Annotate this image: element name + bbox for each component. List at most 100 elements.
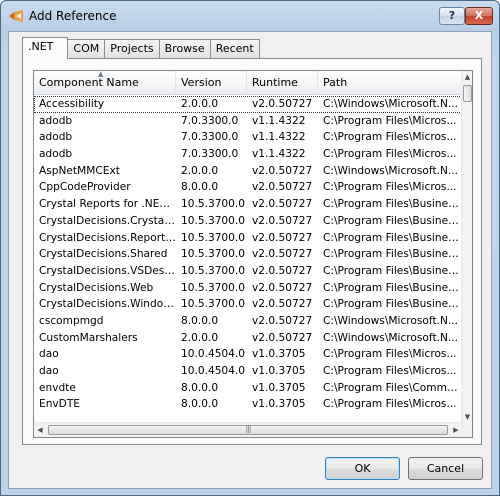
component-name-cell: CrystalDecisions.CrystalRe... bbox=[39, 214, 176, 227]
list-item[interactable]: adodb 7.0.3300.0 v1.1.4322 C:\Program Files… bbox=[34, 146, 462, 163]
tab-browse[interactable]: Browse bbox=[158, 39, 211, 58]
window-title: Add Reference bbox=[29, 9, 117, 23]
list-item[interactable]: AspNetMMCExt 2.0.0.0 v2.0.50727 C:\Windows\… bbox=[34, 163, 462, 180]
component-name-cell: AspNetMMCExt bbox=[39, 164, 120, 177]
horizontal-scrollbar[interactable]: ◀ ||| ▶ bbox=[34, 422, 462, 437]
ok-button[interactable]: OK bbox=[325, 457, 400, 480]
version-cell: 10.5.3700.0 bbox=[181, 248, 246, 261]
column-header-path[interactable]: Path bbox=[318, 71, 462, 95]
component-name-cell: CrystalDecisions.VSDesigner bbox=[39, 264, 176, 277]
runtime-cell: v2.0.50727 bbox=[252, 281, 313, 294]
tab-recent[interactable]: Recent bbox=[209, 39, 260, 58]
list-header: ▲ Component Name Version Runtime Path bbox=[34, 71, 462, 95]
version-cell: 7.0.3300.0 bbox=[181, 131, 239, 144]
runtime-cell: v2.0.50727 bbox=[252, 164, 313, 177]
runtime-cell: v2.0.50727 bbox=[252, 214, 313, 227]
list-item[interactable]: adodb 7.0.3300.0 v1.1.4322 C:\Program Files… bbox=[34, 113, 462, 130]
component-name-cell: dao bbox=[39, 365, 59, 377]
runtime-cell: v2.0.50727 bbox=[252, 314, 313, 327]
version-cell: 8.0.0.0 bbox=[181, 314, 219, 327]
path-cell: C:\Program Files\Micros... bbox=[323, 365, 457, 377]
component-name-cell: CrystalDecisions.Web bbox=[39, 281, 154, 294]
component-name-cell: CrystalDecisions.ReportSo... bbox=[39, 231, 176, 244]
runtime-cell: v2.0.50727 bbox=[252, 181, 313, 194]
title-bar[interactable]: Add Reference ? X bbox=[1, 1, 499, 31]
list-item[interactable]: CrystalDecisions.Shared 10.5.3700.0 v2.0.5… bbox=[34, 246, 462, 263]
column-header-runtime[interactable]: Runtime bbox=[247, 71, 318, 95]
up-arrow-icon[interactable]: ▲ bbox=[462, 71, 472, 83]
add-reference-dialog: Add Reference ? X .NET COM Projects Brow… bbox=[0, 0, 500, 496]
component-name-cell: adodb bbox=[39, 114, 73, 127]
path-cell: C:\Windows\Microsoft.N... bbox=[323, 98, 458, 110]
path-cell: C:\Program Files\Busines... bbox=[323, 248, 462, 261]
runtime-cell: v1.0.3705 bbox=[252, 398, 306, 411]
path-cell: C:\Program Files\Micros... bbox=[323, 131, 457, 144]
component-name-cell: Accessibility bbox=[39, 98, 105, 110]
list-item[interactable]: dao 10.0.4504.0 v1.0.3705 C:\Program Files\… bbox=[34, 363, 462, 380]
vertical-scroll-thumb[interactable] bbox=[463, 85, 472, 102]
path-cell: C:\Program Files\Micros... bbox=[323, 181, 457, 194]
path-cell: C:\Program Files\Commo... bbox=[323, 381, 462, 394]
list-item[interactable]: EnvDTE 8.0.0.0 v1.0.3705 C:\Program Files\M… bbox=[34, 396, 462, 413]
runtime-cell: v1.1.4322 bbox=[252, 114, 306, 127]
component-name-cell: adodb bbox=[39, 131, 73, 144]
component-name-cell: envdte bbox=[39, 381, 76, 394]
visual-studio-icon bbox=[9, 10, 23, 22]
runtime-cell: v1.1.4322 bbox=[252, 148, 306, 161]
version-cell: 10.5.3700.0 bbox=[181, 214, 246, 227]
runtime-cell: v2.0.50727 bbox=[252, 331, 313, 344]
list-item[interactable]: Accessibility 2.0.0.0 v2.0.50727 C:\Windows… bbox=[34, 96, 462, 113]
list-item[interactable]: CrystalDecisions.Web 10.5.3700.0 v2.0.5072… bbox=[34, 280, 462, 297]
list-item[interactable]: dao 10.0.4504.0 v1.0.3705 C:\Program Files\… bbox=[34, 346, 462, 363]
close-button[interactable]: X bbox=[465, 7, 493, 25]
path-cell: C:\Program Files\Busines... bbox=[323, 264, 462, 277]
tab-projects[interactable]: Projects bbox=[104, 39, 160, 58]
component-list[interactable]: ▲ Component Name Version Runtime Path Ac… bbox=[33, 70, 473, 438]
list-item[interactable]: CrystalDecisions.ReportSo... 10.5.3700.0 v… bbox=[34, 230, 462, 247]
tab-dotnet[interactable]: .NET bbox=[22, 37, 69, 59]
horizontal-scroll-thumb[interactable]: ||| bbox=[48, 425, 448, 435]
component-name-cell: CppCodeProvider bbox=[39, 181, 131, 194]
column-header-label: Component Name bbox=[39, 76, 139, 89]
runtime-cell: v2.0.50727 bbox=[252, 264, 313, 277]
version-cell: 2.0.0.0 bbox=[181, 98, 219, 110]
cancel-button[interactable]: Cancel bbox=[408, 457, 483, 480]
list-item[interactable]: CrystalDecisions.CrystalRe... 10.5.3700.0… bbox=[34, 213, 462, 230]
list-item[interactable]: CustomMarshalers 2.0.0.0 v2.0.50727 C:\Wind… bbox=[34, 330, 462, 347]
list-item[interactable]: adodb 7.0.3300.0 v1.1.4322 C:\Program Files… bbox=[34, 129, 462, 146]
list-rows: Accessibility 2.0.0.0 v2.0.50727 C:\Windows… bbox=[34, 96, 462, 413]
path-cell: C:\Program Files\Micros... bbox=[323, 348, 457, 361]
version-cell: 7.0.3300.0 bbox=[181, 114, 239, 127]
version-cell: 2.0.0.0 bbox=[181, 164, 219, 177]
version-cell: 10.0.4504.0 bbox=[181, 348, 246, 361]
help-button[interactable]: ? bbox=[439, 7, 465, 25]
list-item[interactable]: CppCodeProvider 8.0.0.0 v2.0.50727 C:\Progr… bbox=[34, 179, 462, 196]
path-cell: C:\Program Files\Busines... bbox=[323, 231, 462, 244]
version-cell: 8.0.0.0 bbox=[181, 398, 219, 411]
dialog-client-area: .NET COM Projects Browse Recent ▲ Compon… bbox=[8, 31, 492, 489]
list-item[interactable]: cscompmgd 8.0.0.0 v2.0.50727 C:\Windows\Mic… bbox=[34, 313, 462, 330]
version-cell: 8.0.0.0 bbox=[181, 381, 219, 394]
list-item[interactable]: Crystal Reports for .NET Fr... 10.5.3700.… bbox=[34, 196, 462, 213]
version-cell: 7.0.3300.0 bbox=[181, 148, 239, 161]
path-cell: C:\Program Files\Busines... bbox=[323, 298, 462, 311]
runtime-cell: v2.0.50727 bbox=[252, 198, 313, 211]
tab-com[interactable]: COM bbox=[67, 39, 106, 58]
scroll-corner bbox=[461, 422, 472, 437]
column-header-version[interactable]: Version bbox=[176, 71, 247, 95]
version-cell: 10.0.4504.0 bbox=[181, 365, 246, 377]
runtime-cell: v1.1.4322 bbox=[252, 131, 306, 144]
version-cell: 10.5.3700.0 bbox=[181, 231, 246, 244]
list-item[interactable]: envdte 8.0.0.0 v1.0.3705 C:\Program Files\C… bbox=[34, 380, 462, 397]
sort-ascending-icon: ▲ bbox=[98, 71, 104, 78]
path-cell: C:\Program Files\Busines... bbox=[323, 214, 462, 227]
list-item[interactable]: CrystalDecisions.Windows.... 10.5.3700.0 v… bbox=[34, 296, 462, 313]
component-name-cell: Crystal Reports for .NET Fr... bbox=[39, 198, 176, 211]
column-header-component-name[interactable]: ▲ Component Name bbox=[34, 71, 176, 95]
left-arrow-icon[interactable]: ◀ bbox=[34, 423, 46, 437]
runtime-cell: v2.0.50727 bbox=[252, 298, 313, 311]
path-cell: C:\Program Files\Micros... bbox=[323, 114, 457, 127]
list-item[interactable]: CrystalDecisions.VSDesigner 10.5.3700.0 v2… bbox=[34, 263, 462, 280]
vertical-scrollbar[interactable]: ▲ ▼ bbox=[461, 71, 472, 423]
runtime-cell: v2.0.50727 bbox=[252, 248, 313, 261]
